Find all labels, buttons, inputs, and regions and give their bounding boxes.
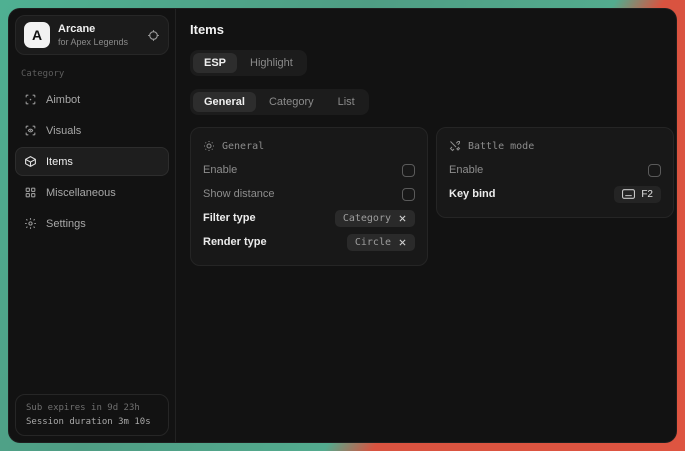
sun-icon — [203, 140, 215, 152]
sidebar-spacer — [15, 238, 169, 394]
page-title: Items — [190, 22, 674, 37]
app-name: Arcane — [58, 23, 139, 35]
setting-label: Enable — [449, 164, 483, 176]
tab-list[interactable]: List — [327, 92, 366, 112]
crosshair-icon[interactable] — [147, 29, 160, 42]
sidebar-item-visuals[interactable]: Visuals — [15, 116, 169, 145]
tab-highlight[interactable]: Highlight — [239, 53, 304, 73]
package-icon — [24, 155, 37, 168]
battle-mode-panel-header: Battle mode — [449, 140, 661, 152]
sidebar-item-settings[interactable]: Settings — [15, 209, 169, 238]
setting-label: Key bind — [449, 188, 495, 200]
subscription-info-card: Sub expires in 9d 23h Session duration 3… — [15, 394, 169, 436]
filter-type-tag[interactable]: Category — [335, 210, 415, 227]
sidebar-item-label: Items — [46, 156, 73, 168]
tab-category[interactable]: Category — [258, 92, 325, 112]
aim-frame-icon — [24, 93, 37, 106]
sub-expires-text: Sub expires in 9d 23h — [26, 403, 158, 413]
setting-row-filter-type: Filter type Category — [203, 206, 415, 230]
setting-label: Filter type — [203, 212, 256, 224]
sidebar-nav: Aimbot Visuals Items Miscellaneous — [15, 85, 169, 238]
render-type-value: Circle — [355, 237, 391, 248]
swords-icon — [449, 140, 461, 152]
general-panel-header: General — [203, 140, 415, 152]
remove-icon[interactable] — [398, 238, 407, 247]
sidebar: A Arcane for Apex Legends Category Aimbo… — [9, 9, 176, 442]
sidebar-item-label: Aimbot — [46, 94, 80, 106]
main-content: Items ESP Highlight General Category Lis… — [176, 9, 677, 442]
battle-mode-panel: Battle mode Enable Key bind F2 — [436, 127, 674, 218]
battle-enable-checkbox[interactable] — [648, 164, 661, 177]
setting-row-show-distance: Show distance — [203, 182, 415, 206]
app-meta: Arcane for Apex Legends — [58, 23, 139, 47]
sidebar-item-miscellaneous[interactable]: Miscellaneous — [15, 178, 169, 207]
setting-label: Render type — [203, 236, 267, 248]
category-section-label: Category — [21, 69, 163, 79]
tab-general[interactable]: General — [193, 92, 256, 112]
sidebar-item-label: Miscellaneous — [46, 187, 116, 199]
app-subtitle: for Apex Legends — [58, 37, 139, 47]
app-header-card: A Arcane for Apex Legends — [15, 15, 169, 55]
panels-row: General Enable Show distance Filter type… — [190, 127, 674, 266]
mode-tab-group: ESP Highlight — [190, 50, 307, 76]
setting-row-key-bind: Key bind F2 — [449, 182, 661, 206]
battle-mode-panel-title: Battle mode — [468, 141, 534, 152]
enable-checkbox[interactable] — [402, 164, 415, 177]
app-logo: A — [24, 22, 50, 48]
sidebar-item-label: Visuals — [46, 125, 81, 137]
render-type-tag[interactable]: Circle — [347, 234, 415, 251]
general-panel-title: General — [222, 141, 264, 152]
app-window: A Arcane for Apex Legends Category Aimbo… — [8, 8, 677, 443]
keyboard-icon — [622, 189, 635, 199]
setting-row-battle-enable: Enable — [449, 158, 661, 182]
setting-row-enable: Enable — [203, 158, 415, 182]
setting-label: Enable — [203, 164, 237, 176]
show-distance-checkbox[interactable] — [402, 188, 415, 201]
tab-esp[interactable]: ESP — [193, 53, 237, 73]
sidebar-item-label: Settings — [46, 218, 86, 230]
setting-label: Show distance — [203, 188, 275, 200]
view-tab-group: General Category List — [190, 89, 369, 115]
sidebar-item-items[interactable]: Items — [15, 147, 169, 176]
general-panel: General Enable Show distance Filter type… — [190, 127, 428, 266]
setting-row-render-type: Render type Circle — [203, 230, 415, 254]
filter-type-value: Category — [343, 213, 391, 224]
scan-eye-icon — [24, 124, 37, 137]
keybind-value: F2 — [641, 189, 653, 200]
sidebar-item-aimbot[interactable]: Aimbot — [15, 85, 169, 114]
remove-icon[interactable] — [398, 214, 407, 223]
gear-icon — [24, 217, 37, 230]
keybind-button[interactable]: F2 — [614, 186, 661, 203]
session-duration-text: Session duration 3m 10s — [26, 417, 158, 427]
grid-icon — [24, 186, 37, 199]
